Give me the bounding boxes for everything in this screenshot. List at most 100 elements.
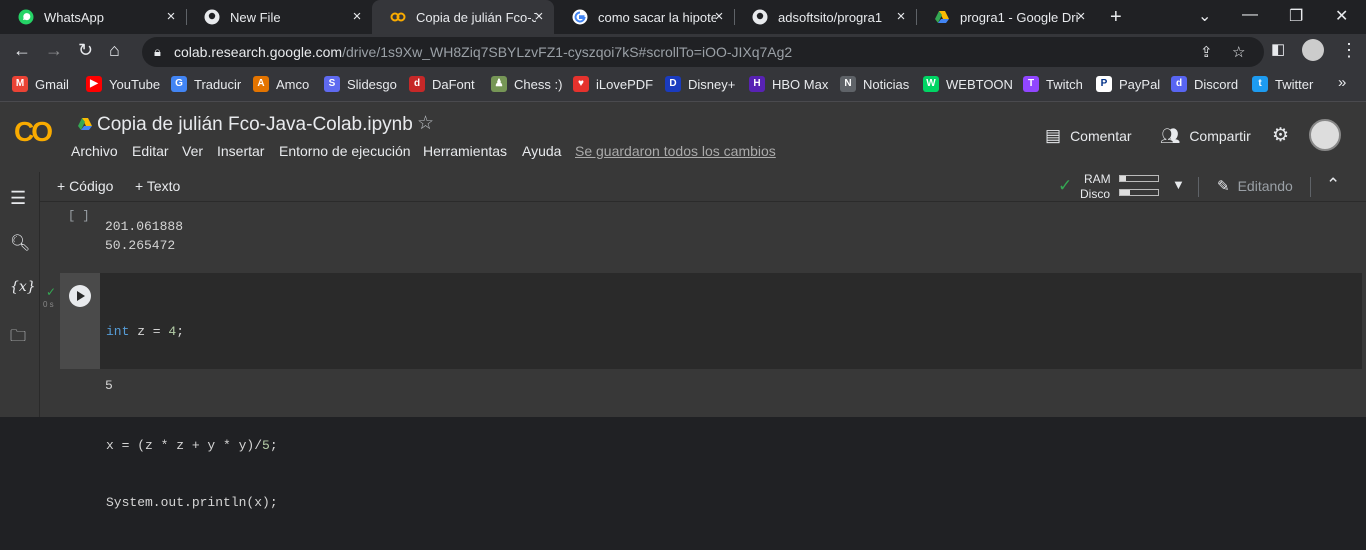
translate-icon: G [171,76,187,92]
discord-icon: d [1171,76,1187,92]
editing-label: Editando [1237,178,1293,194]
close-tab-icon[interactable]: × [162,8,180,25]
heart-icon: ♥ [573,76,589,92]
close-tab-icon[interactable]: × [530,8,548,25]
saved-status-link[interactable]: Se guardaron todos los cambios [575,143,776,159]
tab-whatsapp[interactable]: WhatsApp × [0,0,186,34]
add-code-button[interactable]: + Código [57,178,113,194]
youtube-icon: ▶ [86,76,102,92]
bookmark-label: Gmail [35,76,69,92]
bookmark-discord[interactable]: d Discord [1171,76,1238,92]
bookmarks-overflow-button[interactable]: » [1338,74,1346,91]
google-drive-icon[interactable] [76,116,94,132]
bookmark-amco[interactable]: A Amco [253,76,309,92]
close-tab-icon[interactable]: × [1072,8,1090,25]
bookmark-star-icon[interactable]: ☆ [1232,43,1245,61]
bookmark-twitter[interactable]: t Twitter [1252,76,1313,92]
minimize-window-button[interactable]: — [1242,6,1258,24]
side-panel-icon[interactable]: ◧ [1271,40,1285,58]
back-arrow-icon[interactable]: ← [13,40,31,61]
close-tab-icon[interactable]: × [710,8,728,25]
bookmark-gmail[interactable]: M Gmail [12,76,69,92]
bookmark-paypal[interactable]: P PayPal [1096,76,1160,92]
variables-icon[interactable]: {x} [10,279,36,295]
bookmark-label: WEBTOON [946,76,1013,92]
menu-insertar[interactable]: Insertar [217,143,264,159]
bookmarks-bar: M Gmail ▶ YouTube G Traducir A Amco S Slidesg… [0,70,1366,102]
menu-archivo[interactable]: Archivo [71,143,118,159]
bookmark-label: Slidesgo [347,76,397,92]
bookmark-noticias[interactable]: N Noticias [840,76,909,92]
bookmark-twitch[interactable]: T Twitch [1023,76,1083,92]
profile-avatar[interactable] [1302,39,1324,61]
star-icon[interactable]: ☆ [417,112,434,135]
menu-herramientas[interactable]: Herramientas [423,143,507,159]
table-of-contents-icon[interactable]: ☰ [10,188,26,209]
user-avatar[interactable] [1309,119,1341,151]
code-editor[interactable]: int z = 4; int y = 3; x = (z * z + y * y… [106,284,278,550]
code-line: int z = 4; [106,322,278,341]
menu-ayuda[interactable]: Ayuda [522,143,561,159]
browser-menu-icon[interactable]: ⋮ [1340,40,1358,61]
collapse-header-icon[interactable]: ⌃ [1326,175,1340,195]
cell-exec-bracket[interactable]: [ ] [68,209,90,223]
bookmark-traducir[interactable]: G Traducir [171,76,241,92]
share-button[interactable]: 👥︎ Compartir [1160,126,1251,146]
reload-icon[interactable]: ↻ [78,40,93,61]
close-tab-icon[interactable]: × [348,8,366,25]
tab-search-chevron-icon[interactable]: ⌄ [1198,6,1211,26]
code-cell[interactable]: int z = 4; int y = 3; x = (z * z + y * y… [60,273,1362,510]
ram-label: RAM [1084,172,1111,186]
tab-new-file[interactable]: New File × [186,0,372,34]
colab-logo[interactable]: CO [14,116,53,148]
tab-google-drive[interactable]: progra1 - Google Driv × [916,0,1096,34]
folder-icon[interactable]: 🗀 [10,325,26,352]
bookmark-dafont[interactable]: d DaFont [409,76,475,92]
run-cell-button[interactable] [69,285,91,307]
bookmark-slidesgo[interactable]: S Slidesgo [324,76,397,92]
home-icon[interactable]: ⌂ [109,40,120,61]
bookmark-label: PayPal [1119,76,1161,92]
resources-dropdown-icon[interactable]: ▼ [1172,177,1185,192]
forward-arrow-icon[interactable]: → [45,40,63,61]
cell-output-text: 5 [105,378,113,393]
close-window-button[interactable]: ✕ [1335,6,1348,26]
menu-editar[interactable]: Editar [132,143,169,159]
notebook-title[interactable]: Copia de julián Fco-Java-Colab.ipynb [97,114,413,136]
share-page-icon[interactable]: ⇪ [1200,43,1213,61]
twitch-icon: T [1023,76,1039,92]
tab-github-progra1[interactable]: adsoftsito/progra1 × [734,0,916,34]
bookmark-disney[interactable]: D Disney+ [665,76,735,92]
url-text[interactable]: colab.research.google.com/drive/1s9Xw_WH… [174,44,792,60]
address-bar[interactable]: 🔒︎ colab.research.google.com/drive/1s9Xw… [142,37,1264,67]
bookmark-chess[interactable]: ♟ Chess :) [491,76,562,92]
tab-google-search[interactable]: como sacar la hipoten × [554,0,734,34]
ram-bar [1119,175,1159,182]
tab-colab-active[interactable]: Copia de julián Fco-Ja × [372,0,554,34]
lock-icon[interactable]: 🔒︎ [154,44,161,60]
bookmark-ilovepdf[interactable]: ♥ iLovePDF [573,76,653,92]
menu-ver[interactable]: Ver [182,143,203,159]
restore-window-button[interactable]: ❐ [1289,6,1303,26]
close-tab-icon[interactable]: × [892,8,910,25]
search-icon[interactable]: 🔍︎ [10,233,30,253]
bookmark-label: Disney+ [688,76,736,92]
left-sidebar: ☰ 🔍︎ {x} 🗀 [0,172,40,417]
bookmark-webtoon[interactable]: W WEBTOON [923,76,1013,92]
hbo-icon: H [749,76,765,92]
comment-button[interactable]: ▤ Comentar [1045,126,1132,146]
cell-success-check-icon: ✓ [46,285,57,299]
notebook-toolbar: + Código + Texto ✓ RAM Disco ▼ ✎ Editand… [40,172,1366,202]
add-text-button[interactable]: + Texto [135,178,180,194]
editing-mode-button[interactable]: ✎ Editando [1217,177,1293,195]
new-tab-button[interactable]: + [1110,6,1122,29]
pencil-icon: ✎ [1217,178,1230,195]
previous-cell-output: 201.061888 50.265472 [105,217,183,255]
bookmark-hbo[interactable]: H HBO Max [749,76,828,92]
url-path: /drive/1s9Xw_WH8Ziq7SBYLzvFZ1-cyszqoi7kS… [342,44,793,60]
bookmark-youtube[interactable]: ▶ YouTube [86,76,160,92]
cell-output-area: 5 [60,369,1362,406]
disk-label: Disco [1080,187,1111,201]
menu-entorno-de-ejecucion[interactable]: Entorno de ejecución [279,143,411,159]
settings-gear-icon[interactable]: ⚙ [1272,124,1289,147]
